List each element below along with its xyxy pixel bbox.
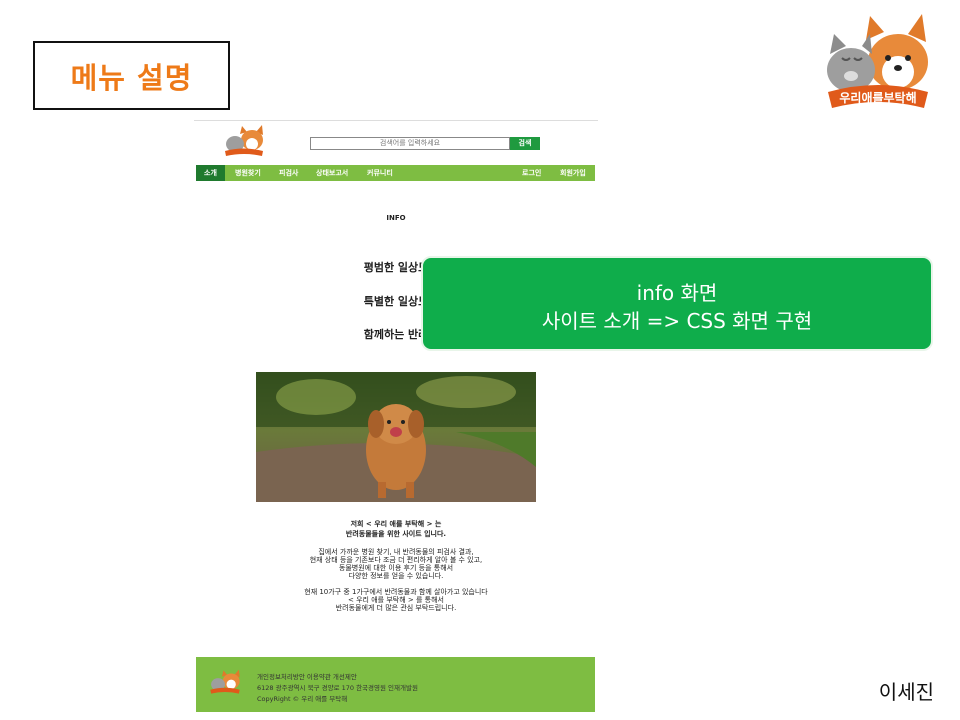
footer-logo: [210, 669, 240, 694]
nav-item-hospital[interactable]: 병원찾기: [235, 165, 261, 181]
intro-body-3: 동물병원에 대한 이용 후기 등을 통해서: [338, 564, 454, 572]
search-button[interactable]: 검색: [510, 137, 540, 150]
site-logo[interactable]: [222, 124, 266, 158]
nav-item-login[interactable]: 로그인: [522, 165, 541, 181]
nav-item-blood-test[interactable]: 피검사: [279, 165, 298, 181]
callout-line-1: info 화면: [636, 281, 718, 305]
author-name: 이세진: [878, 680, 934, 704]
nav-bar: 소개 병원찾기 피검사 상태보고서 커뮤니티 로그인 회원가입: [196, 165, 595, 181]
callout-box: info 화면 사이트 소개 => CSS 화면 구현: [421, 256, 933, 351]
intro-body2-1: 현재 10가구 중 1가구에서 반려동물과 함께 살아가고 있습니다: [304, 588, 488, 596]
dog-photo: [256, 372, 536, 502]
intro-body-2: 현재 상태 등을 기존보다 조금 더 편리하게 알아 볼 수 있고,: [309, 556, 483, 564]
footer-address: 6128 광주광역시 북구 경양로 170 한국경영원 인재개발원: [257, 684, 418, 692]
callout-line-2: 사이트 소개 => CSS 화면 구현: [541, 309, 813, 333]
intro-body-4: 다양한 정보를 얻을 수 있습니다.: [348, 572, 444, 580]
search-input[interactable]: 검색어를 입력하세요: [310, 137, 510, 150]
slide-title-box: 메뉴 설명: [33, 41, 230, 110]
site-footer: 개인정보처리방안 이용약관 개선제안 6128 광주광역시 북구 경양로 170…: [196, 657, 595, 712]
intro-title-2: 반려동물들을 위한 사이트 입니다.: [345, 530, 447, 538]
footer-links[interactable]: 개인정보처리방안 이용약관 개선제안: [257, 671, 357, 681]
intro-title-1: 저희 < 우리 애를 부탁해 > 는: [350, 520, 442, 528]
brand-logo-text: 우리애를부탁해: [839, 90, 916, 105]
intro-body2-3: 반려동물에게 더 많은 관심 부탁드립니다.: [335, 604, 457, 612]
top-divider: [194, 120, 598, 121]
info-heading: INFO: [386, 214, 406, 222]
nav-item-community[interactable]: 커뮤니티: [367, 165, 393, 181]
slide-title: 메뉴 설명: [70, 60, 193, 95]
nav-item-intro[interactable]: 소개: [196, 165, 225, 181]
website-screenshot: 검색어를 입력하세요 검색 소개 병원찾기 피검사 상태보고서 커뮤니티 로그인…: [194, 118, 598, 714]
brand-logo: 우리애를부탁해: [827, 14, 928, 108]
intro-body-1: 집에서 가까운 병원 찾기, 내 반려동물의 피검사 결과,: [318, 548, 474, 556]
intro-body2-2: < 우리 애를 부탁해 > 를 통해서: [348, 596, 444, 604]
nav-item-status-report[interactable]: 상태보고서: [316, 165, 348, 181]
nav-item-signup[interactable]: 회원가입: [560, 165, 586, 181]
footer-copyright: CopyRight © 우리 애를 부탁해: [257, 695, 348, 703]
